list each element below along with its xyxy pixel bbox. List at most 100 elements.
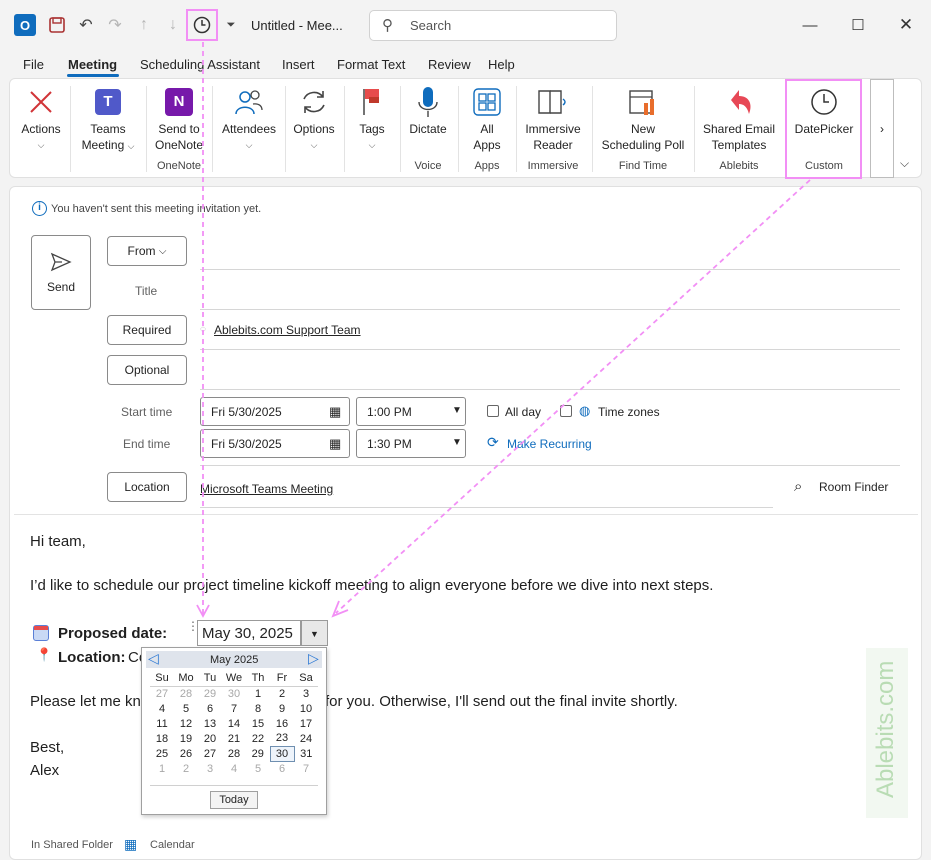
arrow-down-icon[interactable]: ↓ [162,14,184,36]
calendar-day[interactable]: 21 [222,731,246,746]
calendar-day[interactable]: 29 [246,746,270,761]
calendar-day[interactable]: 7 [294,761,318,776]
menu-file[interactable]: File [23,57,44,72]
calendar-day[interactable]: 23 [270,731,294,746]
maximize-icon[interactable]: ☐ [845,12,871,38]
calendar-day[interactable]: 28 [222,746,246,761]
new-scheduling-poll-button[interactable]: New Scheduling Poll [598,86,688,153]
start-date-field[interactable]: Fri 5/30/2025 ▦ [200,397,350,426]
calendar-day[interactable]: 18 [150,731,174,746]
calendar-day[interactable]: 15 [246,716,270,731]
menu-format-text[interactable]: Format Text [337,57,405,72]
teams-meeting-button[interactable]: T Teams Meeting ⌵ [76,86,140,154]
options-button[interactable]: Options ⌵ [290,86,338,153]
redo-icon[interactable]: ↷ [104,14,126,36]
calendar-day[interactable]: 3 [198,761,222,776]
menu-insert[interactable]: Insert [282,57,315,72]
calendar-day[interactable]: 19 [174,731,198,746]
calendar-day[interactable]: 5 [246,761,270,776]
chevron-down-icon: ⌵ [37,140,45,150]
calendar-day[interactable]: 27 [198,746,222,761]
calendar-day[interactable]: 4 [150,701,174,716]
all-apps-button[interactable]: All Apps [463,86,511,153]
dictate-button[interactable]: Dictate [404,86,452,137]
location-button[interactable]: Location [107,472,187,502]
prev-month-icon[interactable]: ◁ [148,650,159,667]
calendar-day[interactable]: 24 [294,731,318,746]
calendar-day[interactable]: 8 [246,701,270,716]
room-finder-button[interactable]: Room Finder [819,480,888,494]
save-icon[interactable] [46,14,68,36]
ribbon-scroll-right-icon[interactable]: › [870,79,894,178]
calendar-day[interactable]: 16 [270,716,294,731]
ribbon-expand-icon[interactable]: ⌵ [900,156,909,171]
calendar-day[interactable]: 13 [198,716,222,731]
calendar-day[interactable]: 14 [222,716,246,731]
start-time-field[interactable]: 1:00 PM ▼ [356,397,466,426]
required-attendee[interactable]: Ablebits.com Support Team [214,323,361,337]
close-icon[interactable]: ✕ [893,12,919,38]
make-recurring-link[interactable]: Make Recurring [507,437,592,451]
calendar-day[interactable]: 20 [198,731,222,746]
end-time-field[interactable]: 1:30 PM ▼ [356,429,466,458]
calendar-day[interactable]: 17 [294,716,318,731]
immersive-reader-button[interactable]: Immersive Reader [520,86,586,153]
calendar-day[interactable]: 27 [150,686,174,701]
date-picker-field[interactable]: May 30, 2025 [197,620,301,646]
calendar-day[interactable]: 10 [294,701,318,716]
window-title: Untitled - Mee... [251,18,343,33]
dropdown-icon[interactable]: ▼ [452,437,462,448]
calendar-day[interactable]: 5 [174,701,198,716]
time-zones-checkbox[interactable] [560,405,572,417]
calendar-day[interactable]: 6 [198,701,222,716]
calendar-day[interactable]: 9 [270,701,294,716]
shared-email-templates-button[interactable]: Shared Email Templates [700,86,778,153]
date-picker-dropdown-icon[interactable]: ▼ [301,620,328,646]
calendar-icon[interactable]: ▦ [329,436,341,452]
menu-meeting[interactable]: Meeting [68,57,117,72]
menu-help[interactable]: Help [488,57,515,72]
search-box[interactable]: ⚲ Search [369,10,617,41]
tags-button[interactable]: Tags ⌵ [350,86,394,153]
calendar-day[interactable]: 1 [150,761,174,776]
optional-button[interactable]: Optional [107,355,187,385]
calendar-day[interactable]: 31 [294,746,318,761]
attendees-button[interactable]: Attendees ⌵ [218,86,280,153]
calendar-day[interactable]: 2 [174,761,198,776]
dropdown-icon[interactable]: ▼ [452,405,462,416]
end-date-field[interactable]: Fri 5/30/2025 ▦ [200,429,350,458]
minimize-icon[interactable]: — [797,12,823,38]
menu-review[interactable]: Review [428,57,471,72]
send-to-onenote-button[interactable]: N Send to OneNote [150,86,208,153]
calendar-day[interactable]: 6 [270,761,294,776]
calendar-day[interactable]: 12 [174,716,198,731]
calendar-day[interactable]: 3 [294,686,318,701]
arrow-up-icon[interactable]: ↑ [133,14,155,36]
calendar-icon[interactable]: ▦ [329,404,341,420]
room-finder-icon[interactable]: ⌕ [794,478,802,495]
calendar-day[interactable]: 1 [246,686,270,701]
customize-toolbar-icon[interactable]: ⏷ [220,14,242,36]
calendar-day[interactable]: 26 [174,746,198,761]
tags-label: Tags [359,122,385,136]
send-button[interactable]: Send [31,235,91,310]
calendar-day[interactable]: 30 [222,686,246,701]
from-button[interactable]: From ⌵ [107,236,187,266]
location-value[interactable]: Microsoft Teams Meeting [200,482,333,496]
calendar-day[interactable]: 7 [222,701,246,716]
calendar-day[interactable]: 28 [174,686,198,701]
undo-icon[interactable]: ↶ [75,14,97,36]
calendar-day[interactable]: 11 [150,716,174,731]
menu-scheduling-assistant[interactable]: Scheduling Assistant [140,57,260,72]
calendar-day[interactable]: 29 [198,686,222,701]
calendar-day-selected[interactable]: 30 [269,745,295,762]
calendar-day[interactable]: 25 [150,746,174,761]
required-button[interactable]: Required [107,315,187,345]
calendar-day[interactable]: 4 [222,761,246,776]
today-button[interactable]: Today [210,791,258,809]
actions-button[interactable]: Actions ⌵ [16,86,66,153]
next-month-icon[interactable]: ▷ [308,650,319,667]
all-day-checkbox[interactable] [487,405,499,417]
calendar-day[interactable]: 22 [246,731,270,746]
calendar-day[interactable]: 2 [270,686,294,701]
